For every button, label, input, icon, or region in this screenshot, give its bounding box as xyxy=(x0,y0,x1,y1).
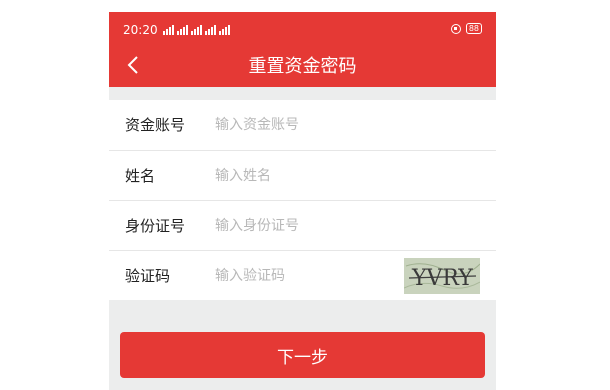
captcha-row: 验证码 YVRY xyxy=(109,250,496,300)
page-title: 重置资金密码 xyxy=(248,56,357,77)
id-number-input[interactable] xyxy=(215,214,385,238)
id-number-row: 身份证号 xyxy=(109,200,496,250)
status-right: 88 xyxy=(450,23,482,34)
signal-strength-icon xyxy=(205,24,216,35)
signal-icons xyxy=(163,24,230,35)
captcha-input[interactable] xyxy=(215,264,385,288)
captcha-image[interactable]: YVRY xyxy=(404,258,480,294)
phone-screen: 20:20 88 重置资金密码 资金账号 姓名 身份证号 xyxy=(109,12,496,390)
signal-strength-icon xyxy=(163,24,174,35)
captcha-label: 验证码 xyxy=(125,267,171,285)
signal-strength-icon xyxy=(191,24,202,35)
signal-strength-icon xyxy=(177,24,188,35)
rotation-lock-icon xyxy=(450,23,461,34)
account-input[interactable] xyxy=(215,113,385,137)
name-row: 姓名 xyxy=(109,150,496,200)
reset-form: 资金账号 姓名 身份证号 验证码 YVRY xyxy=(109,100,496,300)
account-label: 资金账号 xyxy=(125,116,186,134)
battery-icon: 88 xyxy=(465,23,482,34)
app-header: 20:20 88 重置资金密码 xyxy=(109,12,496,87)
name-input[interactable] xyxy=(215,164,385,188)
signal-strength-icon xyxy=(219,24,230,35)
account-row: 资金账号 xyxy=(109,100,496,150)
next-button[interactable]: 下一步 xyxy=(120,332,485,378)
name-label: 姓名 xyxy=(125,167,156,185)
captcha-text: YVRY xyxy=(411,266,473,291)
status-time: 20:20 xyxy=(123,23,158,37)
id-number-label: 身份证号 xyxy=(125,217,186,235)
